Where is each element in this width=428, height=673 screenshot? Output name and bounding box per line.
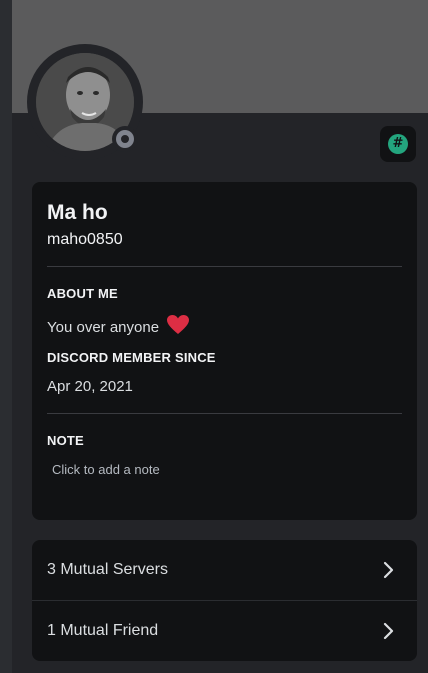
status-indicator (112, 126, 138, 152)
divider (47, 266, 402, 267)
avatar-frame (27, 44, 143, 160)
badge-container[interactable]: # (380, 126, 416, 162)
chevron-right-icon (383, 561, 394, 579)
about-me-content: You over anyone (47, 319, 160, 336)
about-me-heading: ABOUT ME (47, 286, 118, 301)
profile-info-card: Ma ho maho0850 ABOUT ME You over anyone … (32, 182, 417, 520)
member-since-heading: DISCORD MEMBER SINCE (47, 350, 216, 365)
offline-status-icon (116, 130, 134, 148)
note-input[interactable]: Click to add a note (52, 462, 160, 477)
mutual-servers-row[interactable]: 3 Mutual Servers (32, 540, 417, 601)
note-heading: NOTE (47, 433, 84, 448)
heart-icon (166, 314, 190, 339)
mutual-friends-row[interactable]: 1 Mutual Friend (32, 601, 417, 661)
about-me-text: You over anyone (47, 314, 190, 339)
username[interactable]: maho0850 (47, 231, 123, 249)
member-since-date: Apr 20, 2021 (47, 378, 133, 395)
hashtag-badge-icon: # (388, 134, 408, 154)
display-name: Ma ho (47, 201, 108, 224)
chevron-right-icon (383, 622, 394, 640)
divider (47, 413, 402, 414)
background-strip (0, 0, 12, 673)
mutuals-card: 3 Mutual Servers 1 Mutual Friend (32, 540, 417, 661)
mutual-friends-label: 1 Mutual Friend (47, 622, 159, 639)
mutual-servers-label: 3 Mutual Servers (47, 561, 168, 578)
user-profile-panel: # Ma ho maho0850 ABOUT ME You over anyon… (12, 0, 428, 673)
